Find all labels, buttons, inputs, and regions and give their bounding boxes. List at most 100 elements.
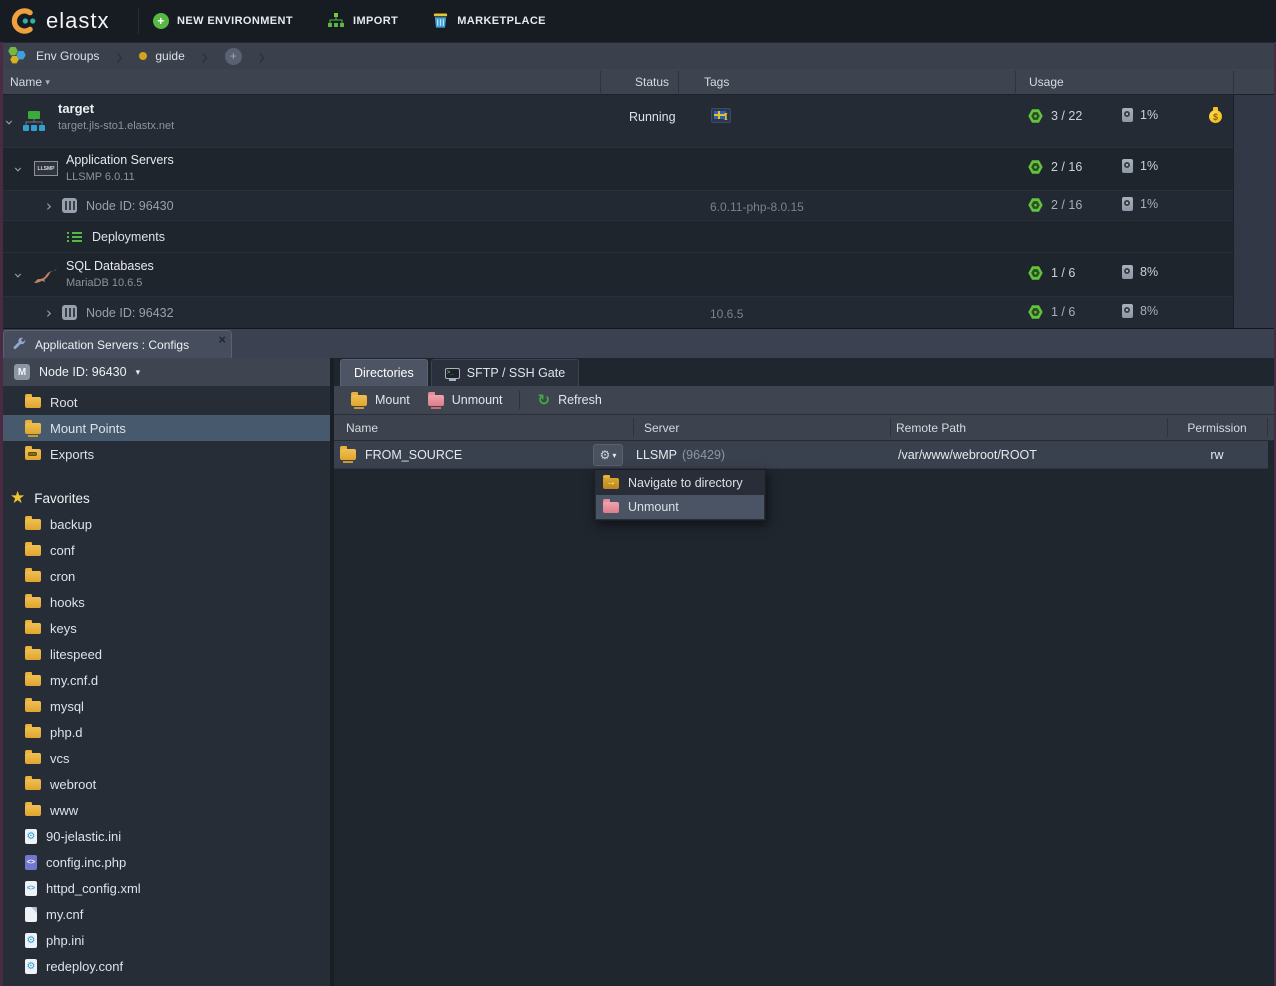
- collapse-chevron-icon[interactable]: ›: [11, 167, 26, 173]
- env-domain[interactable]: target.jls-sto1.elastx.net: [58, 120, 174, 132]
- sidebar-item-mount-points[interactable]: Mount Points: [0, 415, 330, 441]
- node-selector[interactable]: M Node ID: 96430 ▾: [0, 358, 330, 387]
- topbar-separator: [138, 8, 139, 34]
- menu-item-navigate-to-directory[interactable]: → Navigate to directory: [596, 471, 764, 495]
- elastx-logo[interactable]: elastx: [0, 7, 130, 35]
- breadcrumb-group-guide[interactable]: guide: [139, 49, 184, 63]
- sidebar-item-keys[interactable]: keys: [0, 615, 330, 641]
- configs-content: Directories SFTP / SSH Gate Mount Unmoun: [334, 358, 1274, 986]
- folder-icon: [25, 805, 41, 816]
- xml-file-icon: [25, 881, 37, 896]
- disk-icon: [1122, 108, 1133, 122]
- column-header-remote-path[interactable]: Remote Path: [896, 415, 966, 440]
- breadcrumb-separator: ›: [258, 39, 266, 73]
- disk-icon: [1122, 265, 1133, 279]
- node-name: Node ID: 96432: [86, 306, 174, 320]
- group-dot-icon: [139, 52, 147, 60]
- expand-chevron-icon[interactable]: ›: [46, 199, 52, 214]
- menu-item-unmount[interactable]: Unmount: [596, 495, 764, 519]
- marketplace-button[interactable]: MARKETPLACE: [432, 13, 546, 29]
- env-row-deployments[interactable]: Deployments: [0, 221, 1233, 253]
- refresh-icon: ↻: [537, 393, 550, 408]
- row-actions-gear-button[interactable]: ⚙ ▾: [593, 444, 623, 466]
- env-row-app-servers[interactable]: › LLSMP Application Servers LLSMP 6.0.11…: [0, 148, 1233, 191]
- unmount-button[interactable]: Unmount: [419, 388, 512, 412]
- mount-row-from-source[interactable]: FROM_SOURCE ⚙ ▾ LLSMP (96429) /var/www/w…: [334, 441, 1268, 469]
- sidebar-item-hooks[interactable]: hooks: [0, 589, 330, 615]
- column-header-name[interactable]: Name: [346, 415, 378, 440]
- php-file-icon: [25, 855, 37, 870]
- column-header-name[interactable]: Name ▾: [10, 69, 50, 95]
- cloudlet-hexagon-icon: [1028, 160, 1043, 174]
- folder-icon: [25, 727, 41, 738]
- breadcrumb-root-label: Env Groups: [36, 49, 99, 63]
- window-edge-left: [0, 42, 3, 986]
- sidebar-item-90-jelastic-ini[interactable]: 90-jelastic.ini: [0, 823, 330, 849]
- panel-body: M Node ID: 96430 ▾ Root Mount Points Exp…: [0, 358, 1276, 986]
- mount-remote-path: /var/www/webroot/ROOT: [898, 448, 1037, 462]
- env-row-sql-databases[interactable]: › SQL Databases MariaDB 10.6.5 1 / 6 8%: [0, 253, 1233, 297]
- sidebar-item-cron[interactable]: cron: [0, 563, 330, 589]
- folder-icon: [25, 701, 41, 712]
- env-row-node-96430[interactable]: › Node ID: 96430 6.0.11-php-8.0.15 2 / 1…: [0, 191, 1233, 221]
- region-flag-tag-icon[interactable]: [711, 108, 731, 123]
- column-header-usage[interactable]: Usage: [1029, 69, 1064, 95]
- sidebar-item-exports[interactable]: Exports: [0, 441, 330, 467]
- configs-panel-tab[interactable]: Application Servers : Configs ×: [3, 330, 232, 358]
- mount-button[interactable]: Mount: [342, 388, 419, 412]
- sidebar-item-redeploy-conf[interactable]: redeploy.conf: [0, 953, 330, 979]
- breadcrumb-separator: ›: [201, 39, 209, 73]
- ini-file-icon: [25, 959, 37, 974]
- sidebar-item-php-d[interactable]: php.d: [0, 719, 330, 745]
- close-icon[interactable]: ×: [218, 333, 226, 346]
- env-status: Running: [629, 110, 676, 124]
- sidebar-item-mysql[interactable]: mysql: [0, 693, 330, 719]
- mount-name: FROM_SOURCE: [365, 448, 462, 462]
- configs-panel: Application Servers : Configs × M Node I…: [0, 328, 1276, 986]
- refresh-button[interactable]: ↻ Refresh: [528, 388, 610, 412]
- sidebar-item-config-inc-php[interactable]: config.inc.php: [0, 849, 330, 875]
- breadcrumb-env-groups[interactable]: Env Groups: [0, 47, 99, 66]
- sidebar-item-conf[interactable]: conf: [0, 537, 330, 563]
- tab-directories[interactable]: Directories: [340, 359, 428, 386]
- tab-sftp-ssh-gate[interactable]: SFTP / SSH Gate: [431, 359, 579, 386]
- new-environment-button[interactable]: + NEW ENVIRONMENT: [153, 13, 293, 29]
- sidebar-item-my-cnf-d[interactable]: my.cnf.d: [0, 667, 330, 693]
- sidebar-item-backup[interactable]: backup: [0, 511, 330, 537]
- breadcrumb: Env Groups › guide › + ›: [0, 42, 1276, 69]
- sidebar-item-php-ini[interactable]: php.ini: [0, 927, 330, 953]
- folder-icon: [25, 675, 41, 686]
- cloudlet-usage: 2 / 16: [1028, 198, 1082, 212]
- terminal-monitor-icon: [445, 368, 460, 379]
- add-group-button[interactable]: +: [225, 48, 242, 65]
- chevron-down-icon: ▾: [612, 451, 616, 460]
- sidebar-item-vcs[interactable]: vcs: [0, 745, 330, 771]
- layer-stack-version: LLSMP 6.0.11: [66, 171, 135, 183]
- import-icon: [327, 13, 345, 29]
- navigate-folder-icon: →: [603, 478, 619, 489]
- unmount-folder-icon: [428, 395, 444, 406]
- sidebar-item-litespeed[interactable]: litespeed: [0, 641, 330, 667]
- sidebar-item-webroot[interactable]: webroot: [0, 771, 330, 797]
- column-header-status[interactable]: Status: [635, 69, 669, 95]
- expand-chevron-icon[interactable]: ›: [46, 306, 52, 321]
- configs-sidebar: M Node ID: 96430 ▾ Root Mount Points Exp…: [0, 358, 330, 986]
- row-context-menu: → Navigate to directory Unmount: [594, 469, 766, 521]
- import-button[interactable]: IMPORT: [327, 13, 398, 29]
- node-version-tag: 10.6.5: [710, 307, 743, 321]
- star-icon: ★: [10, 490, 25, 507]
- collapse-chevron-icon[interactable]: ›: [11, 273, 26, 279]
- sidebar-item-www[interactable]: www: [0, 797, 330, 823]
- collapse-chevron-icon[interactable]: ›: [2, 120, 17, 126]
- billing-money-icon[interactable]: [1208, 107, 1223, 124]
- sidebar-item-my-cnf[interactable]: my.cnf: [0, 901, 330, 927]
- sort-desc-icon: ▾: [45, 77, 50, 88]
- column-header-tags[interactable]: Tags: [704, 69, 729, 95]
- logo-text: elastx: [46, 8, 109, 34]
- env-row-node-96432[interactable]: › Node ID: 96432 10.6.5 1 / 6 8%: [0, 297, 1233, 328]
- env-row-target[interactable]: › target target.jls-sto1.elastx.net Runn…: [0, 95, 1233, 148]
- sidebar-item-httpd-config-xml[interactable]: httpd_config.xml: [0, 875, 330, 901]
- column-header-server[interactable]: Server: [644, 415, 679, 440]
- column-header-permission[interactable]: Permission: [1167, 415, 1267, 440]
- sidebar-item-root[interactable]: Root: [0, 389, 330, 415]
